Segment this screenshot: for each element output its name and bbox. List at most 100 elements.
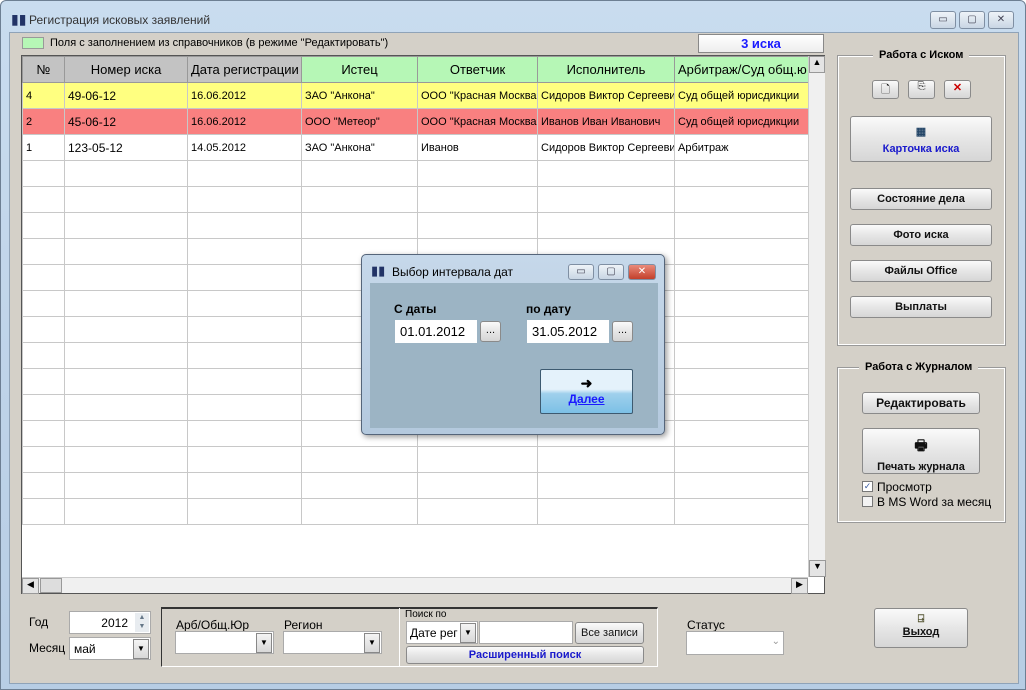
cell-plaintiff[interactable]: ЗАО "Анкона" <box>301 134 418 161</box>
cell-executor[interactable]: Сидоров Виктор Сергеевич <box>537 82 675 109</box>
table-row[interactable]: 4 49-06-12 16.06.2012 ЗАО "Анкона" ООО "Крас… <box>22 82 809 109</box>
edit-journal-button[interactable]: Редактировать <box>862 392 980 414</box>
search-input[interactable] <box>479 621 573 644</box>
col-header-plaintiff[interactable]: Истец <box>301 56 418 83</box>
app-icon: ▮▮ <box>11 11 27 27</box>
all-records-button[interactable]: Все записи <box>575 622 644 644</box>
cell-claim-no <box>64 498 188 525</box>
next-button[interactable]: ➜ Далее <box>540 369 633 414</box>
close-button[interactable]: ✕ <box>988 11 1014 29</box>
maximize-button[interactable]: ▢ <box>959 11 985 29</box>
cell-reg-date[interactable]: 14.05.2012 <box>187 134 302 161</box>
advanced-search-button[interactable]: Расширенный поиск <box>406 646 644 664</box>
cell-defendant <box>417 212 538 239</box>
new-claim-button[interactable]: 🗋 <box>872 80 899 99</box>
case-status-button[interactable]: Состояние дела <box>850 188 992 210</box>
chevron-down-icon[interactable]: ▼ <box>460 623 476 643</box>
region-label: Регион <box>284 618 323 632</box>
scroll-up-button[interactable]: ▲ <box>809 56 825 73</box>
cell-defendant[interactable]: ООО "Красная Москва" <box>417 108 538 135</box>
empty-row <box>22 498 809 525</box>
empty-row <box>22 446 809 473</box>
claim-photo-button[interactable]: Фото иска <box>850 224 992 246</box>
cell-number[interactable]: 4 <box>22 82 65 109</box>
from-date-input[interactable]: 01.01.2012 <box>395 320 477 343</box>
preview-checkbox[interactable]: ✓ <box>862 481 873 492</box>
cell-court[interactable]: Суд общей юрисдикции <box>674 82 809 109</box>
cell-defendant <box>417 498 538 525</box>
cell-number[interactable]: 1 <box>22 134 65 161</box>
copy-icon: ⎘ <box>917 81 926 92</box>
to-date-input[interactable]: 31.05.2012 <box>527 320 609 343</box>
table-row[interactable]: 1 123-05-12 14.05.2012 ЗАО "Анкона" Иванов Си… <box>22 134 809 161</box>
cell-executor <box>537 498 675 525</box>
delete-claim-button[interactable]: ✕ <box>944 80 971 99</box>
claim-card-button[interactable]: ▦ Карточка иска <box>850 116 992 162</box>
minimize-button[interactable]: ▭ <box>930 11 956 29</box>
office-files-button[interactable]: Файлы Office <box>850 260 992 282</box>
arb-select[interactable]: ▼ <box>175 631 274 654</box>
card-icon: ▦ <box>915 126 927 138</box>
col-header-defendant[interactable]: Ответчик <box>417 56 538 83</box>
cell-executor[interactable]: Сидоров Виктор Сергеевич <box>537 134 675 161</box>
claim-panel-title: Работа с Иском <box>873 49 970 61</box>
chevron-down-icon[interactable]: ▼ <box>133 639 149 659</box>
cell-plaintiff[interactable]: ЗАО "Анкона" <box>301 82 418 109</box>
from-date-picker-button[interactable]: ... <box>480 321 501 342</box>
exit-button[interactable]: ⍈ Выход <box>874 608 968 648</box>
dialog-minimize-button[interactable]: ▭ <box>568 264 594 280</box>
cell-reg-date <box>187 394 302 421</box>
horizontal-scrollbar[interactable]: ◀ ▶ <box>22 577 808 594</box>
vertical-scrollbar[interactable]: ▲ ▼ <box>808 56 826 577</box>
cell-claim-no[interactable]: 45-06-12 <box>64 108 188 135</box>
month-select[interactable]: май ▼ <box>69 637 151 660</box>
cell-number[interactable]: 2 <box>22 108 65 135</box>
cell-reg-date[interactable]: 16.06.2012 <box>187 108 302 135</box>
cell-plaintiff[interactable]: ООО "Метеор" <box>301 108 418 135</box>
cell-claim-no[interactable]: 49-06-12 <box>64 82 188 109</box>
cell-claim-no <box>64 186 188 213</box>
to-date-picker-button[interactable]: ... <box>612 321 633 342</box>
cell-court[interactable]: Арбитраж <box>674 134 809 161</box>
cell-reg-date[interactable]: 16.06.2012 <box>187 82 302 109</box>
legend-swatch <box>22 37 44 49</box>
cell-claim-no <box>64 316 188 343</box>
print-journal-button[interactable]: 🖶 Печать журнала <box>862 428 980 474</box>
col-header-executor[interactable]: Исполнитель <box>537 56 675 83</box>
arrow-right-icon: ➜ <box>580 375 593 391</box>
preview-label: Просмотр <box>877 480 932 494</box>
dialog-close-button[interactable]: ✕ <box>628 264 656 280</box>
cell-defendant[interactable]: ООО "Красная Москва" <box>417 82 538 109</box>
cell-reg-date <box>187 368 302 395</box>
scroll-left-button[interactable]: ◀ <box>22 578 39 594</box>
table-row[interactable]: 2 45-06-12 16.06.2012 ООО "Метеор" ООО "Крас… <box>22 108 809 135</box>
dialog-maximize-button[interactable]: ▢ <box>598 264 624 280</box>
cell-number <box>22 342 65 369</box>
scroll-right-button[interactable]: ▶ <box>791 578 808 594</box>
cell-claim-no[interactable]: 123-05-12 <box>64 134 188 161</box>
cell-court <box>674 394 809 421</box>
col-header-reg-date[interactable]: Дата регистрации <box>187 56 302 83</box>
scroll-down-button[interactable]: ▼ <box>809 560 826 577</box>
cell-executor[interactable]: Иванов Иван Иванович <box>537 108 675 135</box>
year-spinner[interactable]: 2012 ▲ ▼ <box>69 611 151 634</box>
spinner-arrows-icon[interactable]: ▲ ▼ <box>135 613 149 632</box>
col-header-number[interactable]: № <box>22 56 65 83</box>
cell-number <box>22 290 65 317</box>
scroll-thumb[interactable] <box>40 578 62 593</box>
col-header-claim-no[interactable]: Номер иска <box>64 56 188 83</box>
cell-defendant <box>417 446 538 473</box>
cell-reg-date <box>187 472 302 499</box>
region-select[interactable]: ▼ <box>283 631 382 654</box>
word-checkbox[interactable] <box>862 496 873 507</box>
payments-button[interactable]: Выплаты <box>850 296 992 318</box>
col-header-court[interactable]: Арбитраж/Суд общ.ю <box>674 56 809 83</box>
status-select[interactable]: ⌄ <box>686 631 784 655</box>
cell-court[interactable]: Суд общей юрисдикции <box>674 108 809 135</box>
chevron-down-icon[interactable]: ⌄ <box>772 636 780 647</box>
chevron-down-icon[interactable]: ▼ <box>364 633 380 653</box>
copy-claim-button[interactable]: ⎘ <box>908 80 935 99</box>
search-by-select[interactable]: Дате рег ▼ <box>406 621 478 644</box>
cell-defendant[interactable]: Иванов <box>417 134 538 161</box>
chevron-down-icon[interactable]: ▼ <box>256 633 272 653</box>
